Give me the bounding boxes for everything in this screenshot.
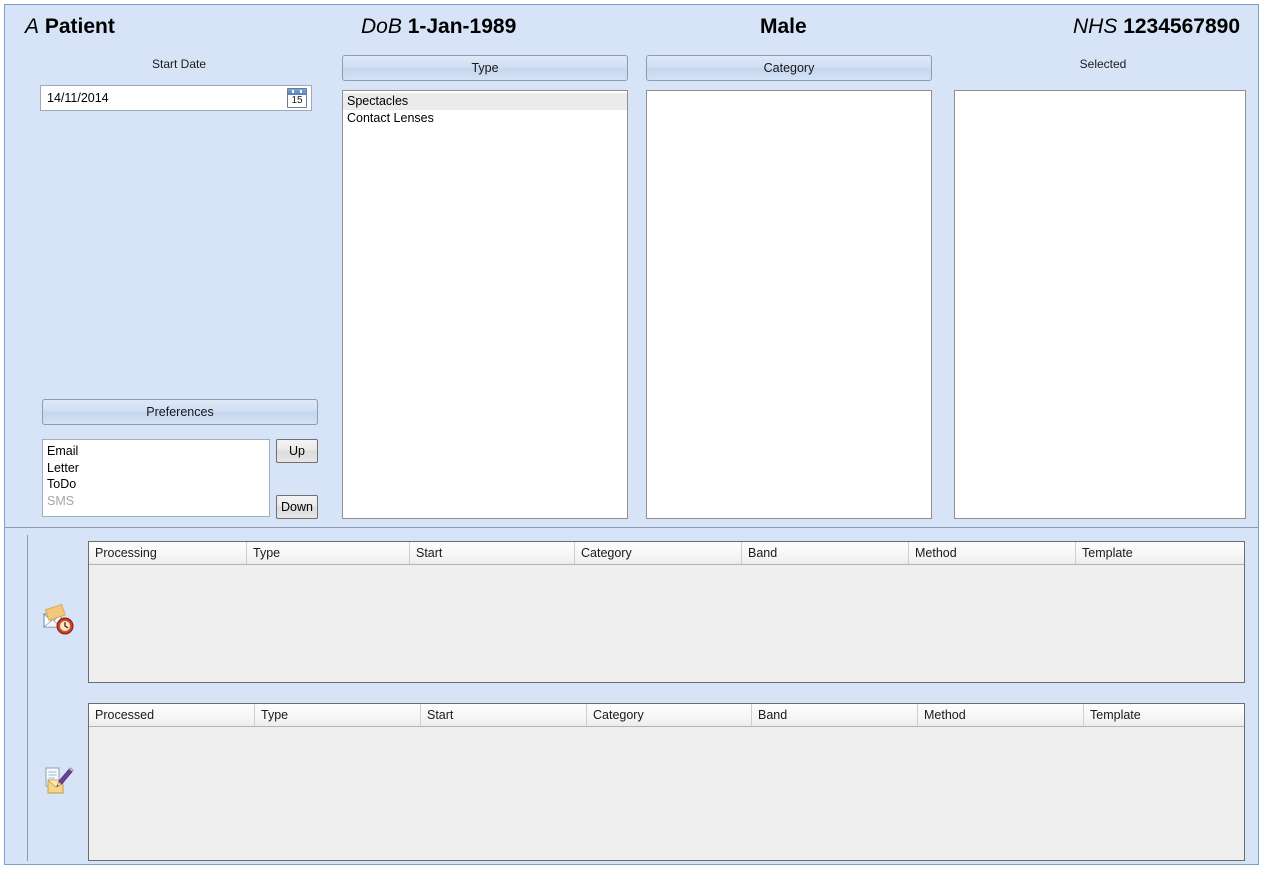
calendar-icon-day: 15 [291,95,303,106]
processed-grid[interactable]: Processed Type Start Category Band Metho… [88,703,1245,861]
column-header-processed[interactable]: Processed [89,704,255,726]
selected-list[interactable] [954,90,1246,519]
nhs-value: 1234567890 [1123,15,1240,38]
list-item[interactable]: Contact Lenses [343,110,627,127]
column-header-processing[interactable]: Processing [89,542,247,564]
list-item[interactable]: Email [43,443,269,460]
patient-name-initial: A [25,15,40,38]
move-up-button[interactable]: Up [276,439,318,463]
application-window: A Patient DoB 1-Jan-1989 Male NHS 123456… [0,0,1263,869]
column-header-start[interactable]: Start [421,704,587,726]
type-list[interactable]: Spectacles Contact Lenses [342,90,628,519]
category-button[interactable]: Category [646,55,932,81]
envelope-clock-icon [41,601,75,635]
list-item: SMS [47,493,75,508]
column-header-band[interactable]: Band [752,704,918,726]
list-item[interactable]: Letter [43,460,269,477]
list-item[interactable]: ToDo [43,476,269,493]
icon-column-divider [27,535,28,861]
sex-value: Male [760,15,807,38]
column-header-type[interactable]: Type [247,542,410,564]
category-list[interactable] [646,90,932,519]
list-item[interactable]: Spectacles [343,93,627,110]
dob-label: DoB [361,15,402,38]
patient-name: A Patient [25,15,115,39]
document-pencil-icon [41,765,75,799]
dob-value: 1-Jan-1989 [407,15,517,38]
section-divider [5,527,1258,528]
patient-sex: Male [760,15,807,39]
nhs-label: NHS [1073,15,1118,38]
column-header-type[interactable]: Type [255,704,421,726]
column-header-band[interactable]: Band [742,542,909,564]
column-header-start[interactable]: Start [410,542,575,564]
preferences-list[interactable]: Email Letter ToDo SMS [42,439,270,517]
window-frame: A Patient DoB 1-Jan-1989 Male NHS 123456… [4,4,1259,865]
processed-grid-body[interactable] [89,727,1244,860]
start-date-input[interactable]: 14/11/2014 15 [40,85,312,111]
column-header-method[interactable]: Method [918,704,1084,726]
processed-grid-header: Processed Type Start Category Band Metho… [89,704,1244,727]
start-date-value[interactable]: 14/11/2014 [41,89,287,107]
processing-grid-header: Processing Type Start Category Band Meth… [89,542,1244,565]
processing-grid-body[interactable] [89,565,1244,682]
start-date-caption: Start Date [151,57,207,71]
patient-dob: DoB 1-Jan-1989 [361,15,516,39]
selected-caption: Selected [1079,57,1127,71]
calendar-icon[interactable]: 15 [287,88,307,108]
column-header-category[interactable]: Category [575,542,742,564]
patient-nhs: NHS 1234567890 [1073,15,1240,39]
column-header-method[interactable]: Method [909,542,1076,564]
column-header-category[interactable]: Category [587,704,752,726]
patient-header: A Patient DoB 1-Jan-1989 Male NHS 123456… [5,5,1258,51]
type-button[interactable]: Type [342,55,628,81]
column-header-template[interactable]: Template [1076,542,1244,564]
column-header-template[interactable]: Template [1084,704,1244,726]
patient-name-surname: Patient [44,15,115,38]
move-down-button[interactable]: Down [276,495,318,519]
preferences-button[interactable]: Preferences [42,399,318,425]
processing-grid[interactable]: Processing Type Start Category Band Meth… [88,541,1245,683]
